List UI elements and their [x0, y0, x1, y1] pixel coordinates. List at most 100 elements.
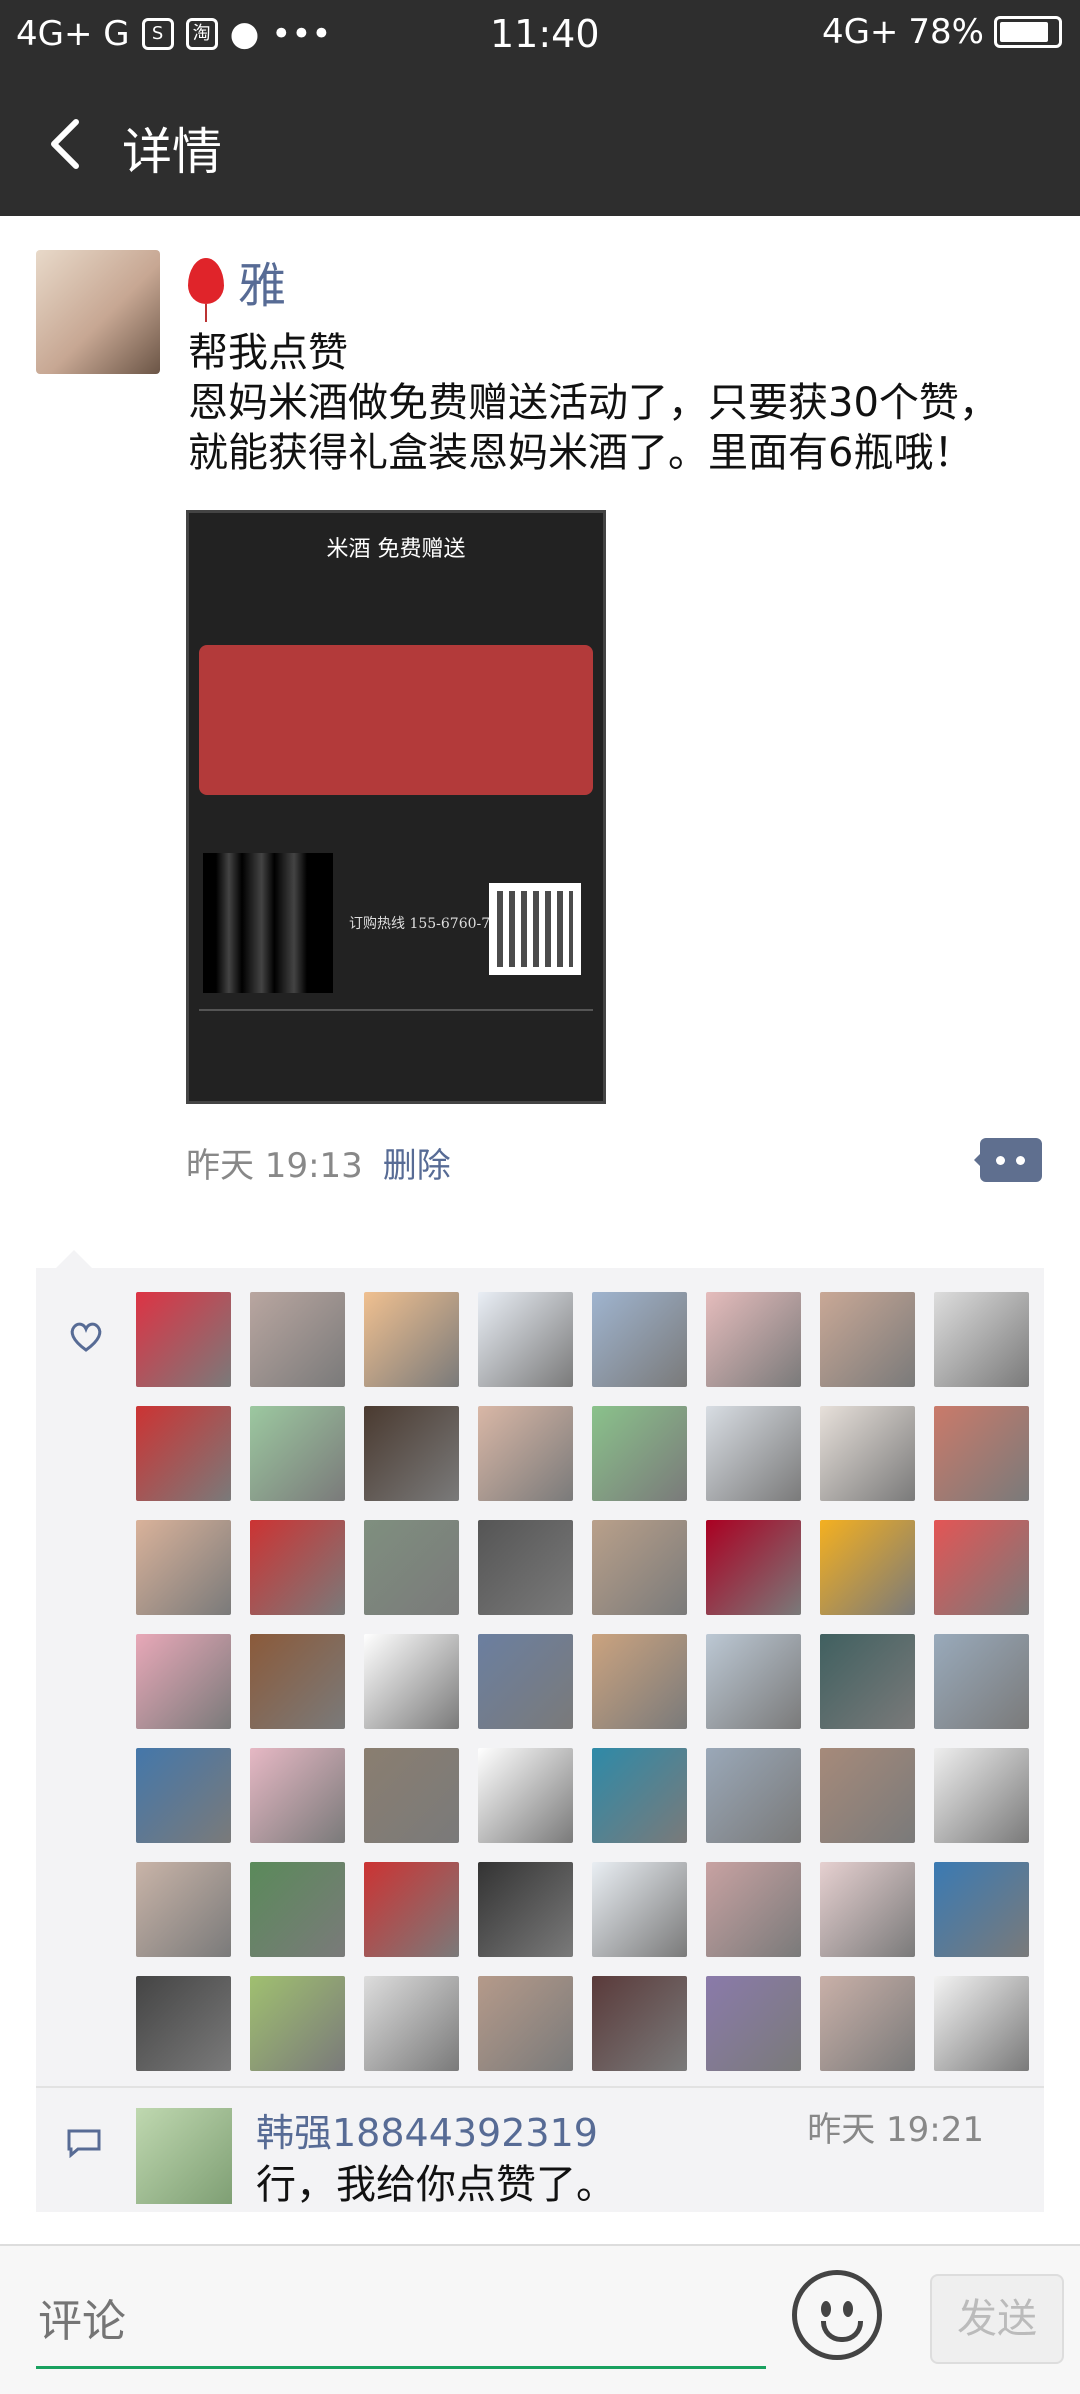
page-title: 详情	[122, 123, 222, 181]
username[interactable]: 雅	[188, 246, 286, 322]
liker-avatar[interactable]	[364, 1406, 459, 1501]
liker-avatar[interactable]	[706, 1976, 801, 2071]
balloon-icon	[188, 258, 224, 322]
liker-avatar[interactable]	[934, 1406, 1029, 1501]
liker-avatar[interactable]	[250, 1862, 345, 1957]
liker-avatar[interactable]	[934, 1634, 1029, 1729]
liker-avatar[interactable]	[820, 1406, 915, 1501]
liker-avatar[interactable]	[478, 1520, 573, 1615]
battery-text: 78%	[908, 12, 984, 52]
liker-avatar[interactable]	[592, 1520, 687, 1615]
liker-avatar[interactable]	[820, 1634, 915, 1729]
battery-icon	[994, 16, 1062, 48]
clock: 11:40	[490, 12, 600, 56]
liker-avatar[interactable]	[364, 1520, 459, 1615]
liker-avatar[interactable]	[820, 1862, 915, 1957]
poster-image[interactable]: 米酒 免费赠送 订购热线 155-6760-7076	[186, 510, 606, 1104]
liker-avatar[interactable]	[820, 1520, 915, 1615]
bottles-image	[203, 853, 333, 993]
network-indicator: 4G+	[821, 12, 899, 52]
liker-avatar[interactable]	[934, 1292, 1029, 1387]
liker-avatar-grid	[136, 1292, 1036, 2071]
s-app-icon: S	[141, 18, 174, 50]
liker-avatar[interactable]	[820, 1292, 915, 1387]
more-dots-icon: •••	[271, 14, 332, 54]
liker-avatar[interactable]	[136, 1292, 231, 1387]
send-button[interactable]: 发送	[930, 2274, 1064, 2364]
liker-avatar[interactable]	[934, 1976, 1029, 2071]
comment-input[interactable]	[36, 2276, 770, 2368]
commenter-avatar[interactable]	[136, 2108, 232, 2204]
qr-code	[489, 883, 581, 975]
liker-avatar[interactable]	[706, 1406, 801, 1501]
poster-band	[199, 645, 593, 795]
emoji-icon[interactable]	[792, 2270, 882, 2360]
liker-avatar[interactable]	[706, 1862, 801, 1957]
liker-avatar[interactable]	[364, 1748, 459, 1843]
liker-avatar[interactable]	[706, 1748, 801, 1843]
liker-avatar[interactable]	[934, 1520, 1029, 1615]
liker-avatar[interactable]	[592, 1406, 687, 1501]
liker-avatar[interactable]	[478, 1634, 573, 1729]
liker-avatar[interactable]	[136, 1976, 231, 2071]
network-text: 4G+ G	[16, 14, 130, 54]
comment-content: 行，我给你点赞了。	[256, 2162, 616, 2208]
liker-avatar[interactable]	[250, 1292, 345, 1387]
liker-avatar[interactable]	[592, 1862, 687, 1957]
liker-avatar[interactable]	[136, 1520, 231, 1615]
back-arrow-icon[interactable]	[40, 116, 96, 172]
delete-link[interactable]: 删除	[383, 1138, 451, 1187]
liker-avatar[interactable]	[364, 1292, 459, 1387]
liker-avatar[interactable]	[592, 1748, 687, 1843]
post-line: 就能获得礼盒装恩妈米酒了。里面有6瓶哦！	[188, 430, 974, 476]
likes-section	[36, 1250, 1044, 2086]
liker-avatar[interactable]	[592, 1292, 687, 1387]
liker-avatar[interactable]	[364, 1976, 459, 2071]
liker-avatar[interactable]	[592, 1976, 687, 2071]
liker-avatar[interactable]	[478, 1748, 573, 1843]
comment-input-wrapper	[36, 2276, 770, 2369]
status-bar: 4G+ G S 淘 ● ••• 11:40 4G+ 78%	[0, 0, 1080, 72]
moment-post: 雅 帮我点赞 恩妈米酒做免费赠送活动了，只要获30个赞， 就能获得礼盒装恩妈米酒…	[0, 216, 1080, 2232]
liker-avatar[interactable]	[250, 1748, 345, 1843]
liker-avatar[interactable]	[364, 1634, 459, 1729]
liker-avatar[interactable]	[706, 1292, 801, 1387]
liker-avatar[interactable]	[934, 1862, 1029, 1957]
status-right: 4G+ 78%	[822, 12, 1062, 52]
liker-avatar[interactable]	[364, 1862, 459, 1957]
liker-avatar[interactable]	[250, 1634, 345, 1729]
liker-avatar[interactable]	[136, 1406, 231, 1501]
comment-author[interactable]: 韩强18844392319	[256, 2102, 598, 2157]
liker-avatar[interactable]	[820, 1976, 915, 2071]
comment-time: 昨天 19:21	[807, 2110, 984, 2150]
status-left: 4G+ G S 淘 ● •••	[16, 14, 331, 54]
message-icon: ●	[229, 14, 260, 54]
heart-icon	[70, 1322, 102, 1352]
poster-title: 米酒 免费赠送	[326, 537, 466, 562]
liker-avatar[interactable]	[478, 1976, 573, 2071]
liker-avatar[interactable]	[592, 1634, 687, 1729]
liker-avatar[interactable]	[478, 1862, 573, 1957]
liker-avatar[interactable]	[250, 1406, 345, 1501]
liker-avatar[interactable]	[706, 1520, 801, 1615]
comment-more-icon[interactable]	[974, 1138, 1042, 1182]
liker-avatar[interactable]	[136, 1748, 231, 1843]
liker-avatar[interactable]	[478, 1406, 573, 1501]
liker-avatar[interactable]	[706, 1634, 801, 1729]
liker-avatar[interactable]	[478, 1292, 573, 1387]
liker-avatar[interactable]	[820, 1748, 915, 1843]
taobao-icon: 淘	[185, 18, 218, 50]
post-line: 帮我点赞	[188, 330, 348, 376]
post-meta: 昨天 19:13 删除	[186, 1138, 451, 1187]
liker-avatar[interactable]	[136, 1862, 231, 1957]
comment-row[interactable]: 韩强18844392319 昨天 19:21 行，我给你点赞了。	[36, 2086, 1044, 2212]
liker-avatar[interactable]	[250, 1520, 345, 1615]
comment-icon	[67, 2129, 101, 2158]
liker-avatar[interactable]	[250, 1976, 345, 2071]
liker-avatar[interactable]	[934, 1748, 1029, 1843]
avatar[interactable]	[36, 250, 160, 374]
liker-avatar[interactable]	[136, 1634, 231, 1729]
comment-input-bar: 发送	[0, 2244, 1080, 2394]
post-text: 帮我点赞 恩妈米酒做免费赠送活动了，只要获30个赞， 就能获得礼盒装恩妈米酒了。…	[188, 328, 1048, 478]
post-time: 昨天 19:13	[186, 1146, 363, 1186]
